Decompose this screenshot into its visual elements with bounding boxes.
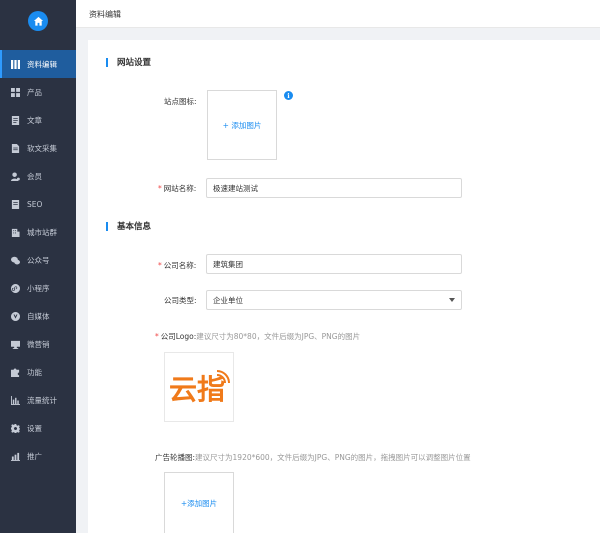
sidebar-item-label: 公众号 [27, 255, 50, 265]
banner-label: 广告轮播图:建议尺寸为1920*600，文件后缀为JPG、PNG的图片，拖拽图片… [155, 453, 471, 462]
section-website-settings: 网站设置 [106, 56, 151, 68]
sidebar: 资料编辑 产品 文章 软文采集 会员 SEO 城市站群 公众号 小程序 自媒体 … [0, 0, 76, 533]
sidebar-item-label: 城市站群 [27, 227, 57, 237]
sidebar-item-label: 小程序 [27, 283, 50, 293]
site-icon-upload[interactable]: + 添加图片 [207, 90, 277, 160]
sidebar-item-settings[interactable]: 设置 [0, 414, 76, 442]
add-image-text: +添加图片 [180, 499, 218, 508]
sidebar-item-label: 微营销 [27, 339, 50, 349]
sidebar-item-promotion[interactable]: 推广 [0, 442, 76, 470]
yunzhi-logo-icon: 云指 [169, 370, 230, 405]
sidebar-item-label: 产品 [27, 87, 42, 97]
company-type-value: 企业单位 [213, 295, 243, 305]
sidebar-item-traffic-stats[interactable]: 流量统计 [0, 386, 76, 414]
wechat-icon [11, 256, 20, 265]
file-collect-icon [11, 143, 20, 153]
site-icon-label: 站点图标: [164, 97, 197, 106]
document-icon [11, 115, 20, 125]
gear-icon [11, 423, 20, 433]
building-icon [11, 228, 20, 237]
logo-hint: 建议尺寸为80*80，文件后缀为JPG、PNG的图片 [196, 332, 361, 341]
marketing-icon [11, 340, 20, 349]
sidebar-item-label: 推广 [27, 451, 42, 461]
sidebar-item-self-media[interactable]: 自媒体 [0, 302, 76, 330]
section-title-text: 网站设置 [117, 58, 152, 68]
sidebar-item-profile-edit[interactable]: 资料编辑 [0, 50, 76, 78]
top-header: 资料编辑 [76, 0, 600, 28]
sidebar-item-articles[interactable]: 文章 [0, 106, 76, 134]
home-icon [33, 16, 43, 26]
banner-hint: 建议尺寸为1920*600，文件后缀为JPG、PNG的图片，拖拽图片可以调整图片… [195, 453, 471, 462]
sidebar-item-label: 功能 [27, 367, 42, 377]
banner-upload[interactable]: +添加图片 [164, 472, 234, 533]
sidebar-item-products[interactable]: 产品 [0, 78, 76, 106]
sidebar-item-label: 自媒体 [27, 311, 50, 321]
sidebar-item-label: 资料编辑 [27, 59, 57, 69]
promote-icon [11, 452, 20, 461]
sidebar-item-label: 设置 [27, 423, 42, 433]
chevron-down-icon [449, 298, 455, 302]
sidebar-item-official-account[interactable]: 公众号 [0, 246, 76, 274]
section-bar [106, 221, 108, 231]
company-name-label: * 公司名称: [158, 261, 197, 270]
sidebar-item-functions[interactable]: 功能 [0, 358, 76, 386]
site-name-label: * 网站名称: [158, 184, 197, 193]
page-title: 资料编辑 [89, 10, 121, 19]
info-icon[interactable]: i [284, 91, 293, 100]
company-name-input[interactable] [206, 254, 462, 274]
sidebar-item-label: 流量统计 [27, 395, 57, 405]
section-title-text: 基本信息 [117, 222, 152, 232]
sidebar-item-label: 会员 [27, 171, 42, 181]
puzzle-icon [11, 367, 20, 377]
sidebar-item-label: 文章 [27, 115, 42, 125]
mini-program-icon [11, 283, 20, 293]
form-panel: 网站设置 站点图标: + 添加图片 i *网站名称: 基本信息 *公司名称: 公… [88, 40, 600, 533]
sidebar-item-article-collect[interactable]: 软文采集 [0, 134, 76, 162]
site-name-input[interactable] [206, 178, 462, 198]
add-image-text: + 添加图片 [222, 120, 262, 130]
columns-icon [11, 59, 20, 69]
sidebar-item-micro-marketing[interactable]: 微营销 [0, 330, 76, 358]
sidebar-item-label: SEO [27, 199, 43, 209]
sidebar-item-members[interactable]: 会员 [0, 162, 76, 190]
sidebar-nav: 资料编辑 产品 文章 软文采集 会员 SEO 城市站群 公众号 小程序 自媒体 … [0, 50, 76, 470]
grid-icon [11, 87, 20, 97]
sidebar-item-seo[interactable]: SEO [0, 190, 76, 218]
section-bar [106, 57, 108, 67]
bar-chart-icon [11, 395, 20, 405]
seo-icon [11, 199, 20, 209]
company-logo-label: * 公司Logo:建议尺寸为80*80，文件后缀为JPG、PNG的图片 [155, 332, 361, 341]
company-logo-image[interactable]: 云指 [164, 352, 234, 422]
media-icon [11, 311, 20, 321]
sidebar-item-city-sites[interactable]: 城市站群 [0, 218, 76, 246]
home-logo-button[interactable] [28, 11, 48, 31]
sidebar-item-mini-program[interactable]: 小程序 [0, 274, 76, 302]
sidebar-item-label: 软文采集 [27, 143, 57, 153]
user-icon [11, 171, 20, 181]
company-type-select[interactable]: 企业单位 [206, 290, 462, 310]
section-basic-info: 基本信息 [106, 220, 151, 232]
logo-text: 云指 [169, 373, 225, 405]
company-type-label: 公司类型: [164, 296, 197, 305]
